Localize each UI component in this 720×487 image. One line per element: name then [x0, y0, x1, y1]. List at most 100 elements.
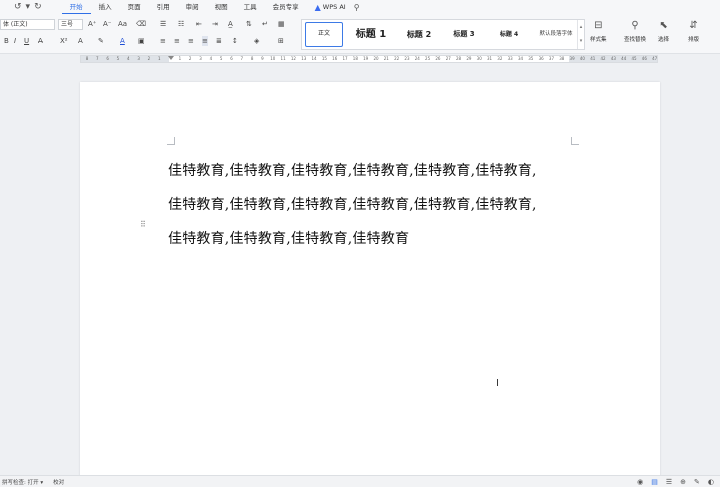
style-normal[interactable]: 正文 — [305, 22, 343, 47]
strikethrough-icon[interactable]: A̶ — [38, 36, 43, 46]
proofread-button[interactable]: 校对 — [53, 478, 64, 486]
document-area[interactable]: ⠿ 佳特教育,佳特教育,佳特教育,佳特教育,佳特教育,佳特教育, 佳特教育,佳特… — [0, 64, 720, 482]
ruler-number: 41 — [590, 56, 596, 61]
text-effect-icon[interactable]: A — [78, 36, 83, 46]
font-shrink-icon[interactable]: A⁻ — [103, 19, 111, 29]
menu-tab[interactable]: 工具 — [236, 0, 265, 14]
style-heading-2[interactable]: 标题 2 — [400, 22, 438, 47]
italic-icon[interactable]: I — [14, 36, 16, 46]
shading-icon[interactable]: ◈ — [254, 36, 259, 46]
ruler-number: 38 — [559, 56, 565, 61]
underline-icon[interactable]: U — [24, 36, 29, 46]
style-gallery-scroll[interactable]: ▴ ▾ — [577, 20, 584, 49]
first-line-indent-marker[interactable] — [168, 56, 174, 60]
ruler-number: 19 — [363, 56, 369, 61]
status-bar: 拼写检查: 打开 ▾ 校对 ◉ ▤ ☰ ⊕ ✎ ◐ — [0, 475, 720, 487]
ruler-number: 22 — [394, 56, 400, 61]
outline-view-icon[interactable]: ☰ — [666, 478, 672, 486]
justify-icon[interactable]: ≡ — [202, 36, 208, 46]
wps-ai-label: WPS AI — [322, 3, 346, 11]
highlight-icon[interactable]: ✎ — [98, 36, 104, 46]
menu-tab[interactable]: 会员专享 — [265, 0, 307, 14]
style-heading-3[interactable]: 标题 3 — [445, 22, 483, 47]
ruler-number: 5 — [116, 56, 120, 61]
superscript-icon[interactable]: X² — [60, 36, 68, 46]
ruler-number: 14 — [311, 56, 317, 61]
distributed-icon[interactable]: ≣ — [216, 36, 222, 46]
ruler-number: 44 — [621, 56, 627, 61]
line-spacing-icon[interactable]: ↕ — [232, 36, 238, 46]
document-paragraph[interactable]: 佳特教育,佳特教育,佳特教育,佳特教育,佳特教育,佳特教育, 佳特教育,佳特教育… — [168, 154, 582, 256]
undo-icon[interactable]: ↺ — [14, 2, 22, 12]
sort-layout-label: 排版 — [688, 37, 700, 43]
spell-check-status[interactable]: 拼写检查: 打开 ▾ — [2, 478, 43, 486]
menu-tab[interactable]: 引用 — [149, 0, 178, 14]
style-default-para-font[interactable]: 默认段落字体 — [532, 22, 580, 47]
redo-icon[interactable]: ↻ — [34, 2, 42, 12]
font-name-select[interactable]: 体 (正文) — [0, 19, 55, 30]
find-replace-button[interactable]: ⚲ 查找替换 — [624, 19, 646, 43]
document-page[interactable]: ⠿ 佳特教育,佳特教育,佳特教育,佳特教育,佳特教育,佳特教育, 佳特教育,佳特… — [80, 82, 660, 482]
style-set-button[interactable]: ⊟ 样式集 — [590, 19, 607, 43]
menu-tab[interactable]: 开始 — [61, 1, 91, 14]
style-heading-1[interactable]: 标题 1 — [350, 22, 392, 47]
style-set-icon: ⊟ — [594, 20, 603, 31]
paragraph-drag-handle-icon[interactable]: ⠿ — [140, 220, 146, 229]
text-cursor-icon: I — [496, 378, 499, 389]
ruler-number: 25 — [425, 56, 431, 61]
style-heading-4[interactable]: 标题 4 — [492, 22, 526, 47]
eye-protect-icon[interactable]: ◐ — [708, 478, 714, 486]
clear-format-icon[interactable]: ⌫ — [136, 19, 146, 29]
wps-ai-button[interactable]: ▲ WPS AI — [307, 3, 354, 12]
bold-icon[interactable]: B — [4, 36, 9, 46]
menu-tabs: 开始 插入 页面 引用 审阅 视图 工具 会员专享 — [61, 0, 307, 14]
ruler-number: 1 — [157, 56, 161, 61]
ruler-number: 35 — [528, 56, 534, 61]
ruler-number: 5 — [219, 56, 223, 61]
focus-mode-icon[interactable]: ◉ — [637, 478, 643, 486]
sort-layout-icon: ⇵ — [689, 20, 698, 31]
align-center-icon[interactable]: ≡ — [174, 36, 180, 46]
ruler-number: 20 — [373, 56, 379, 61]
sort-icon[interactable]: ⇅ — [246, 19, 252, 29]
menu-tab[interactable]: 视图 — [207, 0, 236, 14]
font-color-icon[interactable]: A — [120, 36, 125, 46]
ruler-number: 12 — [290, 56, 296, 61]
menu-tab[interactable]: 审阅 — [178, 0, 207, 14]
find-replace-icon: ⚲ — [631, 20, 639, 31]
margin-mark-top-left — [167, 137, 175, 145]
menu-tab[interactable]: 插入 — [91, 0, 120, 14]
style-gallery: 正文 标题 1 标题 2 标题 3 标题 4 默认段落字体 ▴ ▾ — [301, 19, 585, 50]
border-icon[interactable]: ⊞ — [278, 36, 284, 46]
font-grow-icon[interactable]: A⁺ — [88, 19, 96, 29]
wps-ai-icon: ▲ — [314, 2, 321, 12]
char-border-icon[interactable]: ▣ — [138, 36, 145, 46]
page-view-icon[interactable]: ▤ — [651, 478, 658, 486]
paragraph-line: 佳特教育,佳特教育,佳特教育,佳特教育,佳特教育,佳特教育, — [168, 163, 537, 179]
increase-indent-icon[interactable]: ⇥ — [212, 19, 218, 29]
select-button[interactable]: ⬉ 选择 — [658, 19, 669, 43]
web-view-icon[interactable]: ⊕ — [680, 478, 686, 486]
horizontal-ruler[interactable]: 8 7 6 5 4 3 2 1 1 2 3 4 5 6 7 8 9 10 11 12 13 14 15 16 17 18 19 20 2… — [80, 55, 658, 63]
decrease-indent-icon[interactable]: ⇤ — [196, 19, 202, 29]
ruler-number: 15 — [321, 56, 327, 61]
write-view-icon[interactable]: ✎ — [694, 478, 700, 486]
change-case-icon[interactable]: Aa — [118, 19, 127, 29]
align-right-icon[interactable]: ≡ — [188, 36, 194, 46]
search-icon[interactable]: ⚲ — [354, 3, 360, 12]
table-icon[interactable]: ▦ — [278, 19, 285, 29]
show-marks-icon[interactable]: ↵ — [262, 19, 268, 29]
sort-layout-button[interactable]: ⇵ 排版 — [688, 19, 699, 43]
align-left-icon[interactable]: ≡ — [160, 36, 166, 46]
bullet-list-icon[interactable]: ☰ — [160, 19, 166, 29]
menu-tab[interactable]: 页面 — [120, 0, 149, 14]
ruler-number: 16 — [332, 56, 338, 61]
chinese-layout-icon[interactable]: A̲ — [228, 19, 233, 29]
numbered-list-icon[interactable]: ☷ — [178, 19, 184, 29]
undo-dropdown-icon[interactable]: ▾ — [26, 2, 31, 12]
font-size-select[interactable]: 三号 — [58, 19, 83, 30]
paragraph-line: 佳特教育,佳特教育,佳特教育,佳特教育 — [168, 231, 410, 247]
ruler-number: 1 — [178, 56, 182, 61]
ruler-number: 8 — [250, 56, 254, 61]
select-label: 选择 — [658, 37, 670, 43]
